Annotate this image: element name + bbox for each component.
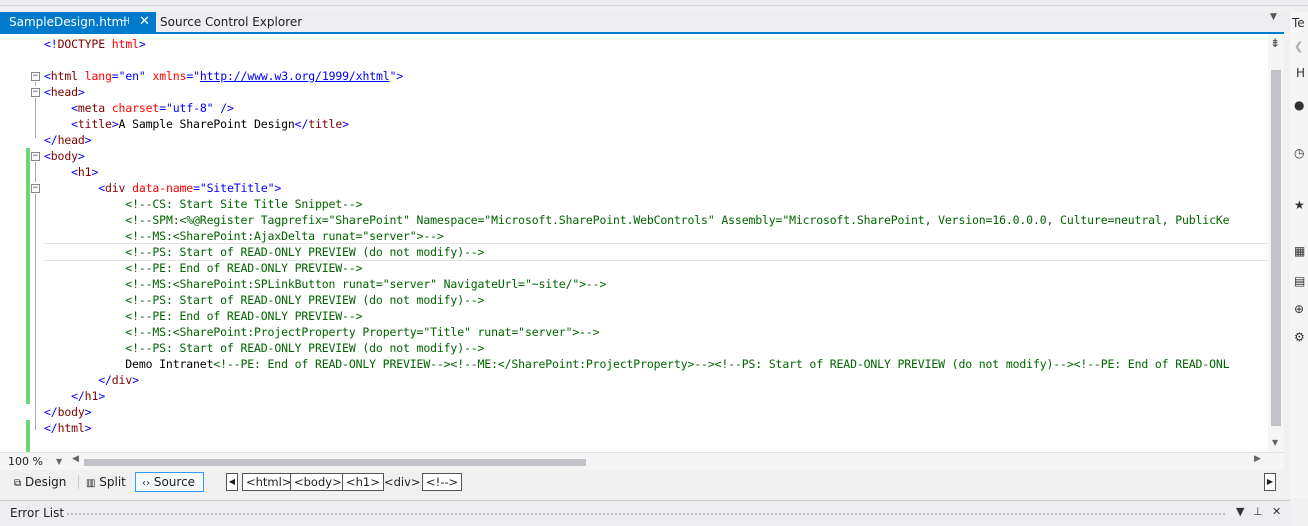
code-line[interactable]: <!--CS: Start Site Title Snippet--> bbox=[44, 196, 1268, 212]
code-line[interactable]: <!--PS: Start of READ-ONLY PREVIEW (do n… bbox=[44, 292, 1268, 308]
source-label: Source bbox=[153, 475, 196, 489]
design-label: Design bbox=[24, 475, 67, 489]
top-toolbar-strip bbox=[0, 0, 1308, 6]
fold-guide bbox=[35, 194, 36, 430]
code-line[interactable]: <!--PE: End of READ-ONLY PREVIEW--> bbox=[44, 260, 1268, 276]
source-icon: ‹› bbox=[142, 478, 150, 489]
code-line[interactable]: <html lang="en" xmlns="http://www.w3.org… bbox=[44, 68, 1268, 84]
breadcrumb-item[interactable]: <div> bbox=[380, 473, 425, 491]
pin-icon[interactable]: ⊥ bbox=[1253, 505, 1263, 518]
code-line[interactable]: <h1> bbox=[44, 164, 1268, 180]
panel-dropdown-icon[interactable]: ▼ bbox=[1236, 505, 1244, 518]
editor-gutter: − − − − bbox=[0, 34, 42, 452]
split-window-icon[interactable]: ⇟ bbox=[1270, 36, 1280, 50]
pin-icon[interactable]: ⊣ bbox=[121, 12, 130, 32]
tab-title: SampleDesign.html bbox=[9, 15, 127, 29]
error-list-panel[interactable]: Error List ▼ ⊥ ✕ bbox=[0, 500, 1290, 526]
code-line[interactable]: </div> bbox=[44, 372, 1268, 388]
code-line[interactable]: </body> bbox=[44, 404, 1268, 420]
scroll-right-icon[interactable]: ▶ bbox=[1254, 454, 1261, 464]
code-editor[interactable]: − − − − <!DOCTYPE html> <html lang="en" … bbox=[0, 32, 1284, 452]
split-label: Split bbox=[99, 475, 126, 489]
fold-toggle-html[interactable]: − bbox=[31, 72, 40, 81]
fold-toggle-head[interactable]: − bbox=[31, 88, 40, 97]
code-line[interactable]: <body> bbox=[44, 148, 1268, 164]
code-line[interactable]: <!--PE: End of READ-ONLY PREVIEW--> bbox=[44, 308, 1268, 324]
code-text-area[interactable]: <!DOCTYPE html> <html lang="en" xmlns="h… bbox=[44, 36, 1268, 450]
document-icon[interactable]: ▤ bbox=[1294, 274, 1305, 288]
code-line[interactable]: Demo Intranet<!--PE: End of READ-ONLY PR… bbox=[44, 356, 1268, 372]
code-line[interactable]: <!--PS: Start of READ-ONLY PREVIEW (do n… bbox=[44, 243, 1268, 261]
scroll-down-icon[interactable]: ▼ bbox=[1272, 438, 1278, 447]
fold-toggle-body[interactable]: − bbox=[31, 152, 40, 161]
panel-label-h: H bbox=[1296, 66, 1306, 80]
right-side-panel: Te ❮ H ● ◷ ★ ▦ ▤ ⊕ ⚙ bbox=[1290, 12, 1308, 498]
tab-sampledesign[interactable]: SampleDesign.html ⊣ ✕ bbox=[0, 12, 156, 32]
code-line[interactable]: <!DOCTYPE html> bbox=[44, 36, 1268, 52]
scroll-left-icon[interactable]: ◀ bbox=[72, 454, 79, 464]
breadcrumb-prev-icon[interactable]: ◀ bbox=[226, 473, 238, 491]
code-line[interactable]: <!--MS:<SharePoint:AjaxDelta runat="serv… bbox=[44, 228, 1268, 244]
pin-icon[interactable]: ★ bbox=[1294, 198, 1305, 212]
horizontal-scroll-thumb[interactable] bbox=[84, 459, 586, 466]
code-line[interactable]: <!--MS:<SharePoint:ProjectProperty Prope… bbox=[44, 324, 1268, 340]
breadcrumb-item[interactable]: <body> bbox=[290, 473, 346, 491]
close-icon[interactable]: ✕ bbox=[139, 12, 150, 32]
fold-guide bbox=[35, 82, 36, 86]
zoom-and-hscroll-row: 100 % ▼ ◀ ▶ bbox=[0, 452, 1284, 470]
split-view-button[interactable]: ▥ Split bbox=[86, 473, 126, 491]
tab-source-control-explorer[interactable]: Source Control Explorer bbox=[160, 12, 302, 32]
tab-dropdown-icon[interactable]: ▼ bbox=[1270, 12, 1277, 22]
fold-toggle-div[interactable]: − bbox=[31, 184, 40, 193]
breadcrumb-item[interactable]: <html> bbox=[242, 473, 296, 491]
change-bar bbox=[26, 148, 30, 404]
divider bbox=[78, 475, 79, 489]
build-icon[interactable]: ▦ bbox=[1294, 244, 1305, 258]
design-icon: ⧉ bbox=[14, 478, 22, 489]
code-line[interactable]: <!--PS: Start of READ-ONLY PREVIEW (do n… bbox=[44, 340, 1268, 356]
vertical-scrollbar[interactable]: ⇟ ▼ bbox=[1268, 34, 1284, 452]
code-line[interactable]: <!--SPM:<%@Register Tagprefix="SharePoin… bbox=[44, 212, 1268, 228]
code-line[interactable] bbox=[44, 52, 1268, 68]
panel-label-te: Te bbox=[1292, 16, 1305, 30]
globe-icon[interactable]: ⊕ bbox=[1294, 302, 1304, 316]
fold-guide bbox=[35, 98, 36, 138]
code-line[interactable]: <head> bbox=[44, 84, 1268, 100]
split-icon: ▥ bbox=[86, 478, 96, 489]
code-line[interactable]: <meta charset="utf-8" /> bbox=[44, 100, 1268, 116]
close-icon[interactable]: ✕ bbox=[1272, 505, 1281, 518]
code-line[interactable]: <!--MS:<SharePoint:SPLinkButton runat="s… bbox=[44, 276, 1268, 292]
code-line[interactable]: <title>A Sample SharePoint Design</title… bbox=[44, 116, 1268, 132]
code-line[interactable]: </html> bbox=[44, 420, 1268, 436]
code-line[interactable]: </head> bbox=[44, 132, 1268, 148]
fold-guide bbox=[35, 162, 36, 182]
breadcrumb-next-icon[interactable]: ▶ bbox=[1264, 473, 1276, 491]
breadcrumb-item[interactable]: <!--> bbox=[422, 473, 463, 491]
code-line[interactable]: </h1> bbox=[44, 388, 1268, 404]
user-icon[interactable]: ● bbox=[1294, 98, 1304, 112]
change-bar bbox=[26, 420, 30, 452]
code-line[interactable]: <div data-name="SiteTitle"> bbox=[44, 180, 1268, 196]
panel-grip[interactable] bbox=[66, 512, 1226, 516]
source-view-button[interactable]: ‹› Source bbox=[135, 472, 204, 492]
history-icon[interactable]: ◷ bbox=[1294, 146, 1304, 160]
vertical-scroll-thumb[interactable] bbox=[1271, 70, 1281, 426]
document-tab-bar: SampleDesign.html ⊣ ✕ Source Control Exp… bbox=[0, 12, 1290, 32]
back-icon[interactable]: ❮ bbox=[1294, 40, 1303, 53]
gear-icon[interactable]: ⚙ bbox=[1294, 330, 1305, 344]
chevron-down-icon[interactable]: ▼ bbox=[56, 454, 62, 469]
error-list-title: Error List bbox=[10, 506, 65, 520]
view-switcher-bar: ⧉ Design ▥ Split ‹› Source ◀ <html> <body… bbox=[0, 470, 1284, 494]
design-view-button[interactable]: ⧉ Design bbox=[14, 473, 66, 491]
breadcrumb-item[interactable]: <h1> bbox=[342, 473, 384, 491]
